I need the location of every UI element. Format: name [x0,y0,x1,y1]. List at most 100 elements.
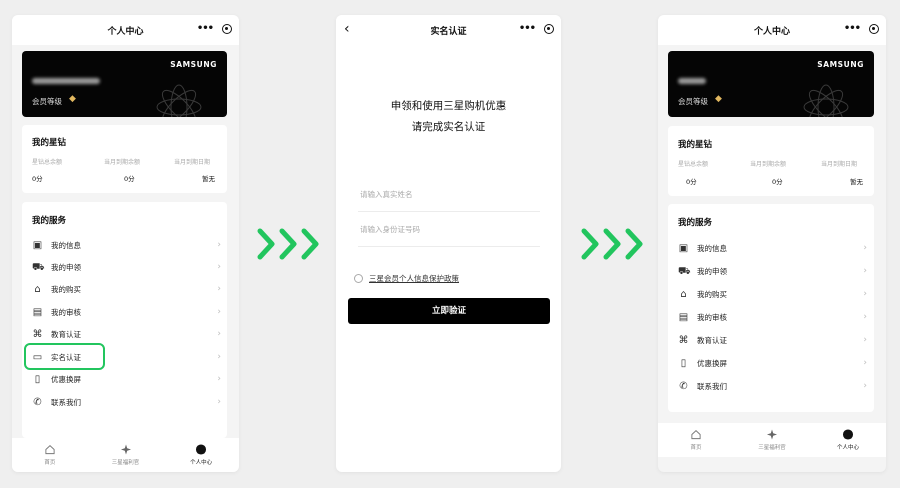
flower-watermark-icon [156,84,202,117]
audit-doc-icon: ▤ [678,312,689,323]
tab-welfare[interactable]: 三星福利官 [88,438,164,472]
service-item-my-review[interactable]: ▤ 我的审核 › [668,307,873,329]
service-item-education-auth[interactable]: ⌘ 教育认证 › [668,330,873,352]
member-card[interactable]: SAMSUNG 会员等级 ◆ [668,51,874,117]
stat-label: 星钻总余额 [32,159,63,166]
service-label: 教育认证 [697,336,727,345]
service-item-screen-swap[interactable]: ▯ 优惠换屏 › [22,369,227,391]
stat-value: 0分 [686,178,697,186]
chevron-right-icon: › [217,329,221,339]
brand-logo: SAMSUNG [817,60,864,69]
stat-value: 暂无 [202,175,215,183]
more-icon[interactable]: ••• [844,23,861,35]
tab-label: 三星福利官 [111,460,140,466]
service-label: 我的审核 [51,308,81,317]
phone-screen-icon: ▯ [680,358,687,369]
stars-panel: 我的星钻 星钻总余额 当月到期余额 当月到期日期 0分 0分 暂无 [22,125,227,193]
screen-personal-center-after: 个人中心 ••• SAMSUNG 会员等级 ◆ 我的星钻 星钻总余额 当月到期余… [658,15,886,472]
service-label: 联系我们 [697,382,727,391]
home-icon [691,430,701,440]
masked-user-name [32,78,100,84]
verify-now-button[interactable]: 立即验证 [348,298,550,324]
service-label: 联系我们 [51,398,81,407]
back-icon[interactable]: ‹ [344,21,350,37]
auth-heading-line2: 请完成实名认证 [411,121,486,133]
real-name-field[interactable]: 请输入真实姓名 [358,178,540,212]
more-icon[interactable]: ••• [197,23,214,35]
service-item-my-purchases[interactable]: ⌂ 我的购买 › [22,279,227,301]
screen-real-name-auth: ‹ 实名认证 ••• 申领和使用三星购机优惠 请完成实名认证 请输入真实姓名 请… [336,15,561,472]
page-title: 实名认证 [430,26,467,37]
service-label: 我的审核 [697,313,727,322]
service-item-my-info[interactable]: ▣ 我的信息 › [22,235,227,257]
tab-welfare[interactable]: 三星福利官 [734,423,810,457]
member-level-label: 会员等级 [678,97,708,106]
highlight-real-name-auth [24,343,105,370]
tab-label: 个人中心 [190,460,213,466]
tab-bar: 首页 三星福利官 个人中心 [658,423,886,457]
chevron-arrow-icon [625,228,643,260]
close-miniapp-icon[interactable] [222,24,232,34]
service-item-my-review[interactable]: ▤ 我的审核 › [22,302,227,324]
flow-arrow-1 [257,227,321,261]
nav-bar: 个人中心 ••• [12,15,239,45]
real-name-placeholder: 请输入真实姓名 [360,190,413,199]
member-level-label: 会员等级 [32,97,62,106]
id-card-icon: ▣ [678,243,689,254]
tab-personal-center[interactable]: 个人中心 [810,423,886,457]
masked-user-name [678,78,706,84]
service-item-my-claims[interactable]: ⛟ 我的申领 › [22,257,227,279]
flower-watermark-icon [803,84,849,117]
services-title: 我的服务 [678,218,713,228]
flow-arrow-2 [581,227,645,261]
chevron-right-icon: › [863,358,867,368]
service-label: 我的申领 [51,263,81,272]
stat-label: 星钻总余额 [678,161,709,168]
stat-label: 当月到期余额 [104,159,141,166]
brand-logo: SAMSUNG [170,60,217,69]
tab-home[interactable]: 首页 [12,438,88,472]
bag-icon: ⌂ [34,284,41,295]
stars-title: 我的星钻 [32,138,67,148]
chevron-right-icon: › [863,312,867,322]
graduation-cap-icon: ⌘ [678,335,689,346]
service-label: 教育认证 [51,330,81,339]
services-panel: 我的服务 ▣ 我的信息 › ⛟ 我的申领 › ⌂ 我的购买 › ▤ 我的审核 ›… [22,202,227,438]
screen-personal-center-before: 个人中心 ••• SAMSUNG 会员等级 ◆ 我的星钻 星钻总余额 当月到期余… [12,15,239,472]
stars-panel: 我的星钻 星钻总余额 当月到期余额 当月到期日期 0分 0分 暂无 [668,126,874,196]
agreement-radio[interactable] [354,274,363,283]
diamond-icon: ◆ [69,94,76,104]
id-card-icon: ▣ [32,240,43,251]
tab-personal-center[interactable]: 个人中心 [163,438,239,472]
chevron-right-icon: › [217,374,221,384]
id-number-field[interactable]: 请输入身份证号码 [358,213,540,247]
tab-bar: 首页 三星福利官 个人中心 [12,438,239,472]
service-item-contact-us[interactable]: ✆ 联系我们 › [22,392,227,414]
more-icon[interactable]: ••• [519,23,536,35]
service-item-my-info[interactable]: ▣ 我的信息 › [668,238,873,260]
chevron-right-icon: › [217,352,221,362]
nav-bar: ‹ 实名认证 ••• [336,15,561,45]
user-filled-icon [196,444,207,455]
tab-home[interactable]: 首页 [658,423,734,457]
chevron-arrow-icon [301,228,319,260]
service-item-screen-swap[interactable]: ▯ 优惠换屏 › [668,353,873,375]
chevron-arrow-icon [603,228,621,260]
tab-label: 三星福利官 [758,445,786,451]
privacy-policy-link[interactable]: 三星会员个人信息保护政策 [369,274,459,283]
close-miniapp-icon[interactable] [544,24,554,34]
user-filled-icon [842,429,854,440]
chevron-right-icon: › [217,397,221,407]
service-item-my-purchases[interactable]: ⌂ 我的购买 › [668,284,873,306]
member-card[interactable]: SAMSUNG 会员等级 ◆ [22,51,227,117]
close-miniapp-icon[interactable] [869,24,879,34]
agreement-row[interactable]: 三星会员个人信息保护政策 [354,273,459,284]
stat-value: 暂无 [850,178,863,186]
sparkle-icon [120,444,131,455]
service-item-contact-us[interactable]: ✆ 联系我们 › [668,376,873,398]
chevron-right-icon: › [863,289,867,299]
service-item-my-claims[interactable]: ⛟ 我的申领 › [668,261,873,283]
chevron-arrow-icon [279,228,297,260]
phone-screen-icon: ▯ [34,374,41,385]
chevron-arrow-icon [581,228,599,260]
